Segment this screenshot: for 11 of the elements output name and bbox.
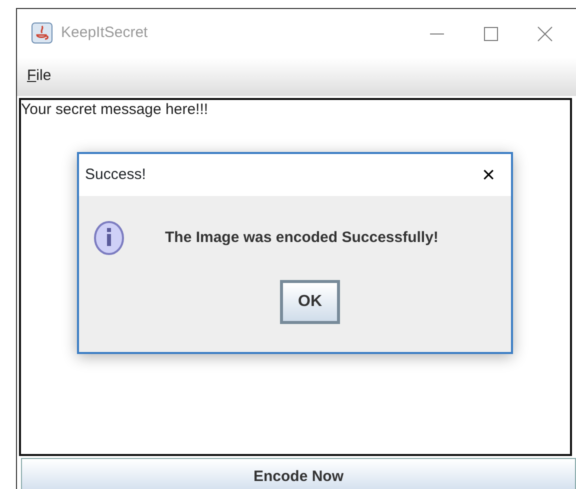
dialog-message: The Image was encoded Successfully!	[165, 228, 438, 248]
menu-item[interactable]: File	[27, 65, 52, 88]
maximize-icon	[483, 26, 499, 42]
close-icon	[537, 26, 553, 42]
minimize-icon	[429, 32, 445, 35]
app-icon	[31, 22, 53, 44]
encode-button[interactable]: Encode Now	[21, 458, 576, 489]
info-icon	[93, 218, 127, 258]
ok-button[interactable]: OK	[280, 280, 340, 324]
window-title: KeepItSecret	[61, 22, 148, 43]
dialog-title: Success!	[85, 164, 146, 185]
